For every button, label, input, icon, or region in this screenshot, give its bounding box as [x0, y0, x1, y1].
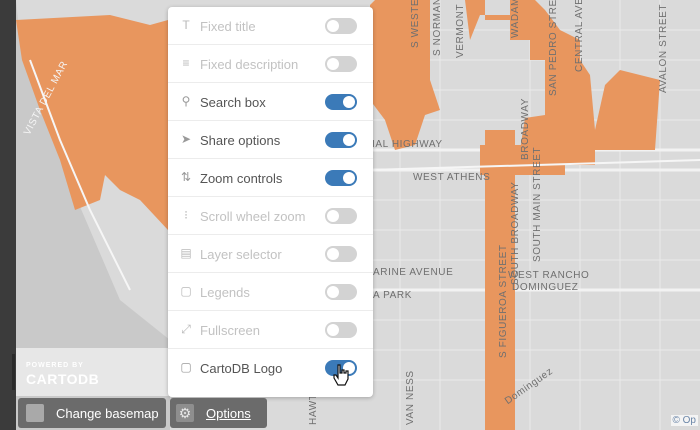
change-basemap-label: Change basemap: [56, 406, 159, 421]
share-options-label: Share options: [200, 133, 281, 148]
options-button[interactable]: ⚙ Options: [170, 398, 267, 428]
map-label-central: CENTRAL AVENUE: [574, 0, 585, 72]
layer-selector-label: Layer selector: [200, 247, 282, 262]
map-attribution[interactable]: © Op: [670, 415, 698, 426]
hand-cursor-icon: [333, 364, 349, 386]
option-row-legends[interactable]: ▢ Legends: [168, 273, 373, 311]
map-label-western: S WESTERN: [410, 0, 421, 48]
map-label-highway: IAL HIGHWAY: [372, 139, 443, 150]
map-label-figueroa: S FIGUEROA STREET: [498, 244, 509, 358]
toggle-knob: [343, 134, 355, 146]
search-box-toggle[interactable]: [325, 94, 357, 110]
search-box-label: Search box: [200, 95, 266, 110]
option-row-layer-selector[interactable]: ▤ Layer selector: [168, 235, 373, 273]
fixed-description-icon: ≡: [182, 56, 190, 70]
toggle-knob: [327, 58, 339, 70]
scroll-wheel-zoom-label: Scroll wheel zoom: [200, 209, 306, 224]
cartodb-logo: POWERED BY CARTODB: [12, 352, 162, 392]
map-label-broadway: BROADWAY: [520, 97, 531, 160]
zoom-controls-toggle[interactable]: [325, 170, 357, 186]
options-label: Options: [206, 406, 251, 421]
logo-powered-by: POWERED BY: [26, 362, 84, 369]
option-row-zoom-controls[interactable]: ⇅ Zoom controls: [168, 159, 373, 197]
fixed-description-label: Fixed description: [200, 57, 299, 72]
cartodb-logo-icon: ▢: [180, 360, 192, 374]
fullscreen-toggle[interactable]: [325, 322, 357, 338]
map-label-normandie: S NORMANDIE: [432, 0, 443, 56]
logo-bar: [12, 354, 15, 390]
share-options-toggle[interactable]: [325, 132, 357, 148]
scroll-wheel-zoom-icon: ⁝: [184, 208, 188, 222]
options-panel: T Fixed title ≡ Fixed description ⚲ Search bo…: [168, 7, 373, 397]
share-options-icon: ➤: [180, 132, 192, 146]
search-box-icon: ⚲: [181, 94, 191, 108]
scroll-wheel-zoom-toggle[interactable]: [325, 208, 357, 224]
map-label-mainst: SOUTH MAIN STREET: [532, 146, 543, 262]
fullscreen-label: Fullscreen: [200, 323, 260, 338]
option-row-share-options[interactable]: ➤ Share options: [168, 121, 373, 159]
toggle-knob: [327, 286, 339, 298]
toggle-knob: [327, 324, 339, 336]
map-label-wadams: WADAMS: [510, 0, 521, 38]
toggle-knob: [327, 20, 339, 32]
zoom-controls-label: Zoom controls: [200, 171, 283, 186]
option-row-search-box[interactable]: ⚲ Search box: [168, 83, 373, 121]
map-label-avalon: AVALON STREET: [658, 3, 669, 93]
map-label-vanness: VAN NESS: [405, 370, 416, 425]
logo-brand: CARTODB: [26, 371, 100, 387]
map-label-rancho2: DOMINGUEZ: [512, 282, 579, 293]
zoom-controls-icon: ⇅: [180, 170, 192, 184]
fixed-title-icon: T: [182, 18, 190, 32]
map-label-pedro: SAN PEDRO STREET: [548, 0, 559, 96]
option-row-fixed-title[interactable]: T Fixed title: [168, 7, 373, 45]
toggle-knob: [343, 172, 355, 184]
gear-icon: ⚙: [176, 404, 194, 422]
layer-selector-icon: ▤: [180, 246, 192, 260]
fullscreen-icon: ⤢: [181, 322, 191, 336]
fixed-title-toggle[interactable]: [325, 18, 357, 34]
cartodb-logo-label: CartoDB Logo: [200, 361, 283, 376]
option-row-fullscreen[interactable]: ⤢ Fullscreen: [168, 311, 373, 349]
map-label-marine: ARINE AVENUE: [373, 267, 454, 278]
map-label-park: A PARK: [373, 290, 412, 301]
option-row-scroll-wheel-zoom[interactable]: ⁝ Scroll wheel zoom: [168, 197, 373, 235]
toggle-knob: [343, 96, 355, 108]
map-label-rancho1: WEST RANCHO: [508, 270, 590, 281]
basemap-thumbnail-icon: [26, 404, 44, 422]
map-label-vermont: VERMONT: [455, 3, 466, 58]
toggle-knob: [327, 248, 339, 260]
legends-icon: ▢: [180, 284, 192, 298]
option-row-fixed-description[interactable]: ≡ Fixed description: [168, 45, 373, 83]
legends-label: Legends: [200, 285, 250, 300]
map-label-athens: WEST ATHENS: [413, 172, 491, 183]
toggle-knob: [327, 210, 339, 222]
legends-toggle[interactable]: [325, 284, 357, 300]
change-basemap-button[interactable]: Change basemap: [18, 398, 166, 428]
layer-selector-toggle[interactable]: [325, 246, 357, 262]
fixed-description-toggle[interactable]: [325, 56, 357, 72]
fixed-title-label: Fixed title: [200, 19, 256, 34]
